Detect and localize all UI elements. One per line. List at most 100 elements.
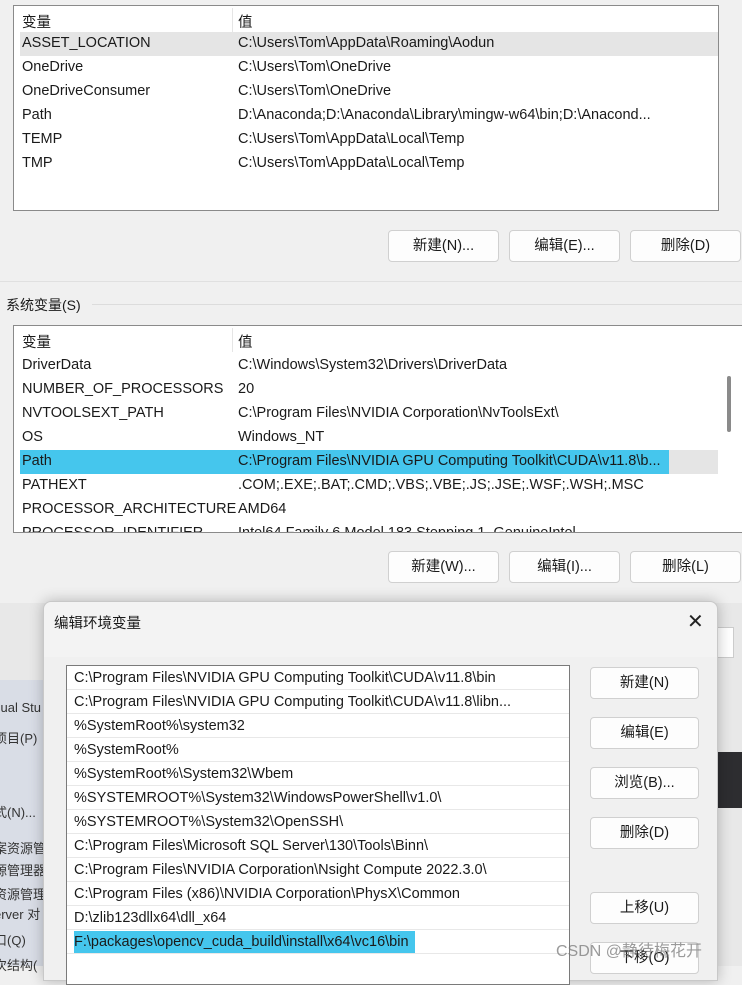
divider bbox=[92, 304, 742, 305]
system-edit-button[interactable]: 编辑(I)... bbox=[509, 551, 620, 583]
table-row[interactable]: DriverData C:\Windows\System32\Drivers\Dr… bbox=[20, 354, 718, 378]
table-row[interactable]: OneDriveConsumer C:\Users\Tom\OneDrive bbox=[20, 80, 718, 104]
background-dark-bar bbox=[718, 752, 742, 808]
background-text: 源管理器 bbox=[0, 863, 47, 878]
system-variables-label: 系统变量(S) bbox=[6, 297, 81, 313]
column-header-variable[interactable]: 变量 bbox=[22, 331, 51, 352]
new-path-button[interactable]: 新建(N) bbox=[590, 667, 699, 699]
table-row[interactable]: TEMP C:\Users\Tom\AppData\Local\Temp bbox=[20, 128, 718, 152]
path-item[interactable]: C:\Program Files\Microsoft SQL Server\13… bbox=[67, 834, 569, 858]
variable-value: C:\Windows\System32\Drivers\DriverData bbox=[238, 357, 508, 373]
variable-value: .COM;.EXE;.BAT;.CMD;.VBS;.VBE;.JS;.JSE;.… bbox=[238, 477, 644, 493]
move-up-button[interactable]: 上移(U) bbox=[590, 892, 699, 924]
path-item[interactable]: %SYSTEMROOT%\System32\OpenSSH\ bbox=[67, 810, 569, 834]
path-item[interactable]: D:\zlib123dllx64\dll_x64 bbox=[67, 906, 569, 930]
variable-value: C:\Program Files\NVIDIA GPU Computing To… bbox=[238, 453, 661, 469]
table-row[interactable]: Path D:\Anaconda;D:\Anaconda\Library\ming… bbox=[20, 104, 718, 128]
variable-value: C:\Users\Tom\OneDrive bbox=[238, 83, 392, 99]
system-variables-list[interactable]: 变量 值 DriverData C:\Windows\System32\Drive… bbox=[13, 325, 742, 533]
variable-value: Windows_NT bbox=[238, 429, 325, 445]
user-variables-list[interactable]: 变量 值 ASSET_LOCATION C:\Users\Tom\AppData\… bbox=[13, 5, 719, 211]
close-icon[interactable]: ✕ bbox=[687, 609, 704, 634]
path-item[interactable]: %SystemRoot%\System32\Wbem bbox=[67, 762, 569, 786]
path-text: D:\zlib123dllx64\dll_x64 bbox=[74, 910, 227, 926]
delete-path-button[interactable]: 删除(D) bbox=[590, 817, 699, 849]
edit-path-button[interactable]: 编辑(E) bbox=[590, 717, 699, 749]
system-new-button[interactable]: 新建(W)... bbox=[388, 551, 499, 583]
path-item[interactable]: C:\Program Files (x86)\NVIDIA Corporatio… bbox=[67, 882, 569, 906]
path-text: C:\Program Files\NVIDIA GPU Computing To… bbox=[74, 670, 496, 686]
user-new-button[interactable]: 新建(N)... bbox=[388, 230, 499, 262]
table-row[interactable]: ASSET_LOCATION C:\Users\Tom\AppData\Roami… bbox=[20, 32, 718, 56]
variable-name: OneDrive bbox=[22, 59, 84, 75]
list-header: 变量 值 bbox=[14, 8, 718, 32]
table-row[interactable]: PROCESSOR_ARCHITECTURE AMD64 bbox=[20, 498, 718, 522]
path-text: %SystemRoot%\system32 bbox=[74, 718, 245, 734]
variable-value: AMD64 bbox=[238, 501, 287, 517]
table-row[interactable]: Path C:\Program Files\NVIDIA GPU Computin… bbox=[20, 450, 718, 474]
path-list[interactable]: C:\Program Files\NVIDIA GPU Computing To… bbox=[66, 665, 570, 985]
table-row[interactable]: TMP C:\Users\Tom\AppData\Local\Temp bbox=[20, 152, 718, 176]
background-text: sual Stu bbox=[0, 700, 41, 715]
variable-name: TEMP bbox=[22, 131, 63, 147]
background-text: 次结构( bbox=[0, 958, 38, 973]
variable-name: PROCESSOR_IDENTIFIER bbox=[22, 525, 204, 533]
path-item[interactable]: C:\Program Files\NVIDIA GPU Computing To… bbox=[67, 690, 569, 714]
variable-value: 20 bbox=[238, 381, 255, 397]
user-delete-button[interactable]: 删除(D) bbox=[630, 230, 741, 262]
path-item[interactable]: %SystemRoot% bbox=[67, 738, 569, 762]
list-header: 变量 值 bbox=[14, 328, 742, 352]
path-text: %SYSTEMROOT%\System32\WindowsPowerShell\… bbox=[74, 790, 442, 806]
dialog-title: 编辑环境变量 bbox=[54, 616, 141, 632]
column-header-value[interactable]: 值 bbox=[238, 331, 253, 352]
path-text: %SystemRoot% bbox=[74, 742, 179, 758]
path-item[interactable]: %SYSTEMROOT%\System32\WindowsPowerShell\… bbox=[67, 786, 569, 810]
variable-name: PROCESSOR_ARCHITECTURE bbox=[22, 501, 237, 517]
system-delete-button[interactable]: 删除(L) bbox=[630, 551, 741, 583]
background-text: 案资源管 bbox=[0, 841, 47, 856]
variable-name: Path bbox=[22, 107, 52, 123]
path-text: C:\Program Files (x86)\NVIDIA Corporatio… bbox=[74, 886, 460, 902]
variable-name: TMP bbox=[22, 155, 53, 171]
edit-env-variable-dialog: 编辑环境变量 ✕ C:\Program Files\NVIDIA GPU Com… bbox=[43, 601, 718, 985]
path-item[interactable]: F:\packages\opencv_cuda_build\install\x6… bbox=[67, 930, 569, 954]
watermark: CSDN @静待梅花开 bbox=[556, 943, 703, 960]
variable-name: DriverData bbox=[22, 357, 92, 373]
table-row[interactable]: NUMBER_OF_PROCESSORS 20 bbox=[20, 378, 718, 402]
variable-name: OS bbox=[22, 429, 43, 445]
variable-name: Path bbox=[22, 453, 52, 469]
dialog-title-bar: 编辑环境变量 ✕ bbox=[44, 602, 717, 657]
background-text: 口(Q) bbox=[0, 933, 26, 948]
scrollbar-thumb[interactable] bbox=[727, 376, 731, 432]
variable-value: C:\Users\Tom\OneDrive bbox=[238, 59, 392, 75]
variable-value: Intel64 Family 6 Model 183 Stepping 1, G… bbox=[238, 525, 576, 533]
variable-value: C:\Users\Tom\AppData\Local\Temp bbox=[238, 131, 465, 147]
column-header-value[interactable]: 值 bbox=[238, 11, 253, 32]
variable-value: C:\Users\Tom\AppData\Roaming\Aodun bbox=[238, 35, 495, 51]
background-text: 资源管理 bbox=[0, 887, 47, 902]
path-text: %SYSTEMROOT%\System32\OpenSSH\ bbox=[74, 814, 344, 830]
variable-value: D:\Anaconda;D:\Anaconda\Library\mingw-w6… bbox=[238, 107, 651, 123]
path-item[interactable]: %SystemRoot%\system32 bbox=[67, 714, 569, 738]
table-row[interactable]: OS Windows_NT bbox=[20, 426, 718, 450]
variable-name: NUMBER_OF_PROCESSORS bbox=[22, 381, 224, 397]
user-edit-button[interactable]: 编辑(E)... bbox=[509, 230, 620, 262]
variable-name: ASSET_LOCATION bbox=[22, 35, 151, 51]
background-text: 式(N)... bbox=[0, 805, 36, 820]
column-header-variable[interactable]: 变量 bbox=[22, 11, 51, 32]
variable-name: PATHEXT bbox=[22, 477, 87, 493]
table-row[interactable]: OneDrive C:\Users\Tom\OneDrive bbox=[20, 56, 718, 80]
path-item[interactable]: C:\Program Files\NVIDIA GPU Computing To… bbox=[67, 666, 569, 690]
background-text: 项目(P) bbox=[0, 731, 38, 746]
table-row[interactable]: NVTOOLSEXT_PATH C:\Program Files\NVIDIA C… bbox=[20, 402, 718, 426]
path-item[interactable]: C:\Program Files\NVIDIA Corporation\Nsig… bbox=[67, 858, 569, 882]
table-row[interactable]: PROCESSOR_IDENTIFIER Intel64 Family 6 Mod… bbox=[20, 522, 718, 533]
path-text: C:\Program Files\NVIDIA GPU Computing To… bbox=[74, 694, 512, 710]
variable-value: C:\Users\Tom\AppData\Local\Temp bbox=[238, 155, 465, 171]
divider bbox=[0, 281, 742, 282]
path-text: C:\Program Files\NVIDIA Corporation\Nsig… bbox=[74, 862, 487, 878]
variable-name: NVTOOLSEXT_PATH bbox=[22, 405, 164, 421]
table-row[interactable]: PATHEXT .COM;.EXE;.BAT;.CMD;.VBS;.VBE;.JS… bbox=[20, 474, 718, 498]
browse-button[interactable]: 浏览(B)... bbox=[590, 767, 699, 799]
path-text: C:\Program Files\Microsoft SQL Server\13… bbox=[74, 838, 429, 854]
